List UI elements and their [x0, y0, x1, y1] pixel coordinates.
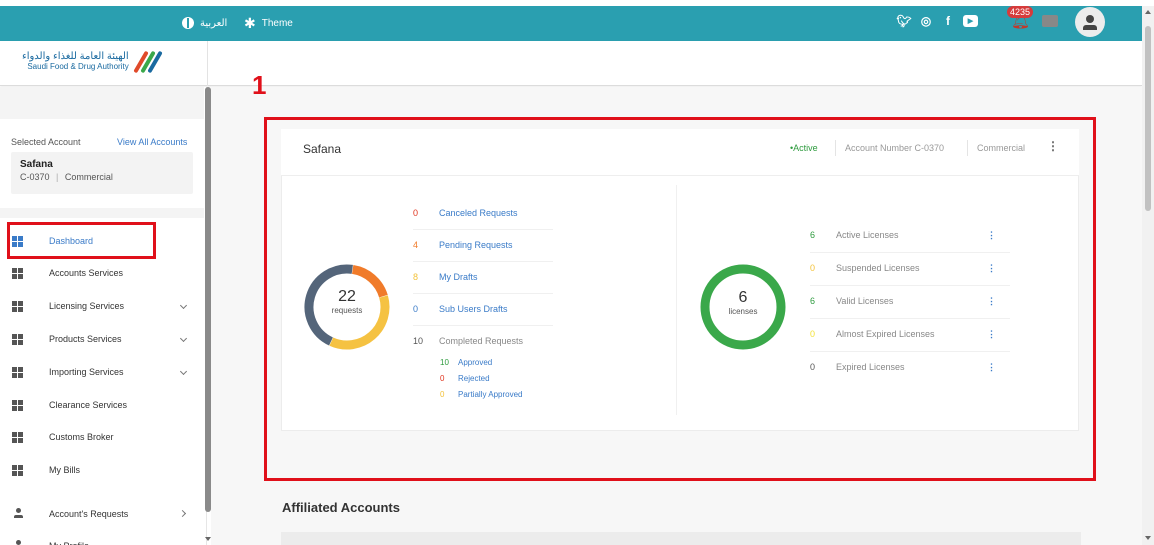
grid-icon — [12, 367, 23, 378]
instagram-icon[interactable]: ◎ — [919, 14, 933, 28]
globe-icon — [182, 17, 194, 29]
grid-icon — [12, 301, 23, 312]
twitter-icon[interactable]: 🐦︎ — [896, 14, 911, 28]
grid-icon — [12, 432, 23, 443]
scroll-up-arrow-icon[interactable] — [1145, 10, 1151, 14]
sidebar-item-label: Accounts Services — [49, 268, 124, 278]
sidebar-item-accounts-services[interactable]: Accounts Services — [0, 257, 204, 289]
logo-arabic-text: الهيئة العامة للغذاء والدواء — [22, 51, 129, 62]
view-all-accounts-link[interactable]: View All Accounts — [117, 137, 187, 147]
sidebar-item-label: Licensing Services — [49, 301, 125, 311]
scroll-down-arrow-icon[interactable] — [1145, 536, 1151, 540]
sidebar-item-account-s-requests[interactable]: Account's Requests — [0, 498, 204, 530]
grid-icon — [12, 400, 23, 411]
sfda-logo[interactable]: الهيئة العامة للغذاء والدواء Saudi Food … — [22, 49, 163, 75]
gear-icon: ✱ — [244, 15, 256, 31]
theme-switch[interactable]: ✱ Theme — [244, 15, 293, 31]
sidebar-item-label: Products Services — [49, 334, 122, 344]
grid-icon — [12, 334, 23, 345]
dashboard-highlight-box — [7, 222, 156, 259]
sidebar-item-clearance-services[interactable]: Clearance Services — [0, 389, 204, 421]
affiliated-accounts-title: Affiliated Accounts — [282, 500, 400, 515]
panel-highlight-box — [264, 117, 1096, 481]
logo-english-text: Saudi Food & Drug Authority — [27, 62, 129, 71]
account-type: Commercial — [64, 172, 113, 182]
sidebar-item-label: Clearance Services — [49, 400, 128, 410]
account-name: Safana — [20, 159, 53, 170]
logo-mark-icon — [132, 49, 163, 75]
page: العربية ✱ Theme 🐦︎ ◎ f ▶ الهيئة العامة ل… — [0, 0, 1154, 545]
sidebar-item-label: Account's Requests — [49, 509, 129, 519]
affiliated-accounts-table — [281, 532, 1081, 545]
sidebar-item-label: My Profile — [49, 541, 89, 545]
page-scrollbar[interactable] — [1142, 6, 1154, 545]
theme-label: Theme — [261, 17, 293, 29]
top-bar: العربية ✱ Theme 🐦︎ ◎ f ▶ — [0, 6, 1142, 41]
chevron-right-icon — [178, 509, 187, 518]
account-number: C-0370 — [20, 172, 50, 182]
page-scroll-thumb[interactable] — [1145, 26, 1151, 211]
sidebar-item-importing-services[interactable]: Importing Services — [0, 356, 204, 388]
grid-icon — [12, 465, 23, 476]
header: الهيئة العامة للغذاء والدواء Saudi Food … — [0, 41, 1142, 86]
language-label: العربية — [200, 17, 228, 29]
selected-account-card[interactable]: Safana C-0370 | Commercial — [11, 152, 193, 194]
youtube-icon[interactable]: ▶ — [963, 15, 978, 27]
user-icon — [13, 508, 23, 520]
sidebar-item-label: Importing Services — [49, 367, 124, 377]
user-avatar[interactable] — [1075, 7, 1105, 37]
notification-badge: 4235 — [1007, 6, 1034, 18]
selected-account-label: Selected Account — [11, 137, 81, 147]
sidebar-item-customs-broker[interactable]: Customs Broker — [0, 421, 204, 453]
user-icon — [13, 540, 23, 545]
sidebar-item-label: Customs Broker — [49, 432, 114, 442]
chevron-down-icon — [179, 367, 188, 376]
sidebar-item-my-bills[interactable]: My Bills — [0, 454, 204, 486]
chevron-down-icon — [179, 334, 188, 343]
language-switch[interactable]: العربية — [182, 17, 227, 29]
social-links: 🐦︎ ◎ f ▶ — [896, 14, 978, 28]
sidebar-item-label: My Bills — [49, 465, 80, 475]
package-icon[interactable] — [1042, 15, 1058, 27]
step-number-annotation: 1 — [252, 70, 267, 100]
sidebar-item-products-services[interactable]: Products Services — [0, 323, 204, 355]
chevron-down-icon — [179, 301, 188, 310]
facebook-icon[interactable]: f — [941, 14, 955, 28]
sidebar-item-my-profile[interactable]: My Profile — [0, 530, 204, 545]
sidebar-item-licensing-services[interactable]: Licensing Services — [0, 290, 204, 322]
grid-icon — [12, 268, 23, 279]
